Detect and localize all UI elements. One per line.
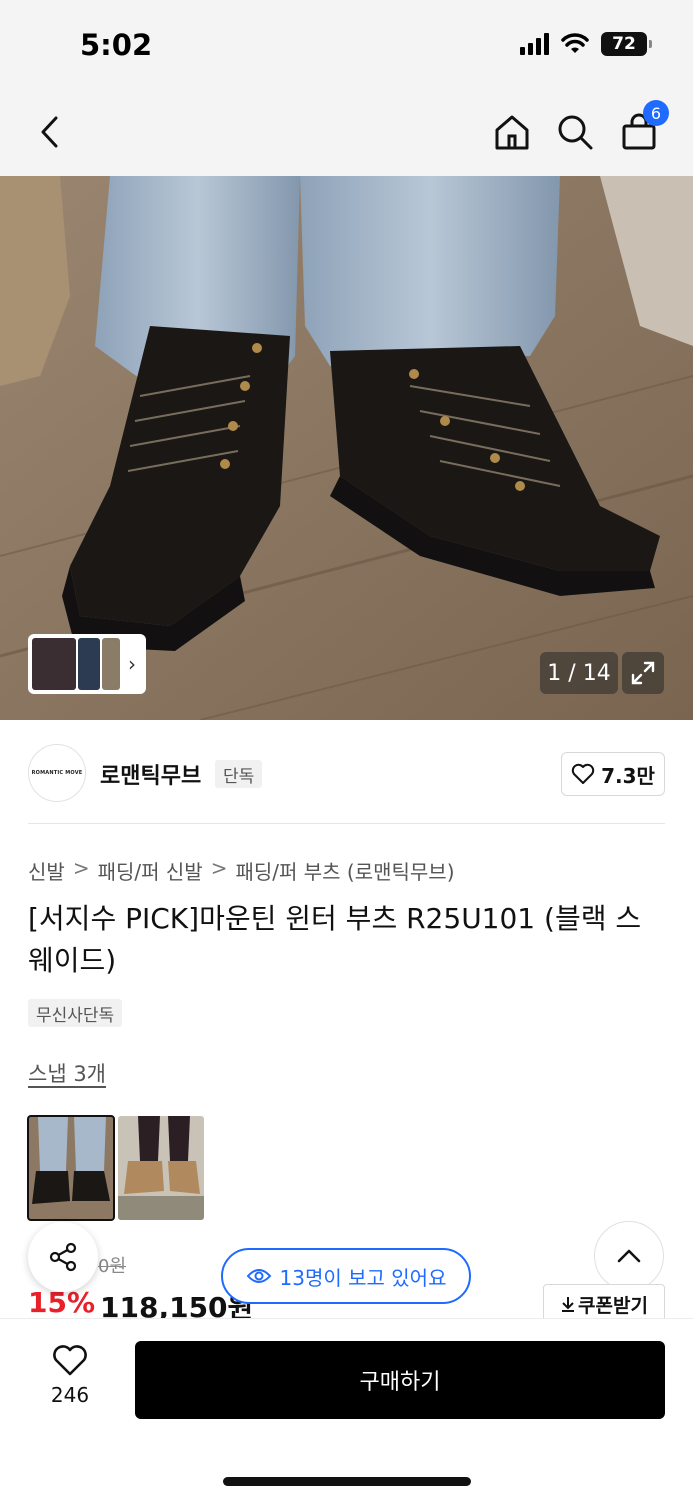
brand-like-button[interactable]: 7.3만 <box>561 752 665 796</box>
gallery-thumbnail-strip[interactable]: › <box>28 634 146 694</box>
scroll-to-top-button[interactable] <box>594 1221 664 1291</box>
chevron-left-icon <box>41 116 58 148</box>
snap-link[interactable]: 스냅 3개 <box>28 1058 106 1088</box>
brand-like-count: 7.3만 <box>601 763 655 788</box>
divider <box>28 823 665 824</box>
breadcrumb: 신발 > 패딩/퍼 신발 > 패딩/퍼 부츠 (로맨틱무브) <box>28 856 455 885</box>
battery-icon: 72 <box>601 32 652 56</box>
gallery-thumbnail[interactable] <box>102 638 120 690</box>
home-button[interactable] <box>488 108 536 156</box>
cart-button[interactable]: 6 <box>615 100 669 156</box>
breadcrumb-item[interactable]: 신발 <box>28 856 65 885</box>
expand-icon <box>631 661 655 685</box>
back-button[interactable] <box>26 108 74 156</box>
gallery-thumbnail[interactable] <box>32 638 76 690</box>
search-button[interactable] <box>551 108 599 156</box>
home-indicator <box>223 1477 471 1486</box>
wifi-icon <box>561 33 589 53</box>
search-icon <box>558 115 593 150</box>
coupon-label: 쿠폰받기 <box>578 1294 648 1317</box>
snap-photo <box>118 1116 204 1220</box>
brand-row: ROMANTIC MOVE 로맨틱무브 단독 7.3만 <box>28 744 665 804</box>
wishlist-button[interactable]: 246 <box>30 1345 110 1425</box>
download-icon <box>562 1297 575 1312</box>
snap-photo <box>28 1116 114 1220</box>
cart-badge: 6 <box>643 100 669 126</box>
snap-thumbnails <box>27 1115 204 1221</box>
status-bar: 5:02 72 <box>0 0 693 90</box>
wishlist-count: 246 <box>50 1383 90 1407</box>
home-icon <box>495 115 529 150</box>
buy-button[interactable]: 구매하기 <box>135 1341 665 1419</box>
share-icon <box>49 1242 77 1272</box>
breadcrumb-item[interactable]: 패딩/퍼 신발 <box>98 856 203 885</box>
viewers-text: 13명이 보고 있어요 <box>279 1265 447 1290</box>
heart-icon <box>571 763 595 784</box>
original-price: 0원 <box>98 1256 127 1277</box>
expand-button[interactable] <box>622 652 664 694</box>
image-counter: 1 / 14 <box>540 652 618 694</box>
snap-thumbnail[interactable] <box>118 1116 204 1220</box>
breadcrumb-separator: > <box>72 856 90 880</box>
bottom-action-bar: 246 구매하기 <box>0 1318 693 1500</box>
brand-logo[interactable]: ROMANTIC MOVE <box>28 744 86 802</box>
chevron-up-icon <box>617 1249 641 1263</box>
status-time: 5:02 <box>80 28 153 62</box>
breadcrumb-item[interactable]: 패딩/퍼 부츠 (로맨틱무브) <box>235 856 454 885</box>
top-nav: 6 <box>0 90 693 176</box>
snap-thumbnail[interactable] <box>27 1115 115 1221</box>
product-image-gallery[interactable]: › 1 / 14 <box>0 176 693 720</box>
chevron-right-icon: › <box>128 652 136 676</box>
viewers-indicator: 13명이 보고 있어요 <box>221 1248 471 1304</box>
status-icons: 72 <box>520 32 652 56</box>
product-title: [서지수 PICK]마운틴 윈터 부츠 R25U101 (블랙 스웨이드) <box>28 902 642 977</box>
exclusive-badge: 단독 <box>215 760 263 788</box>
cellular-signal-icon <box>520 33 549 55</box>
eye-icon <box>246 1269 271 1283</box>
brand-name[interactable]: 로맨틱무브 <box>100 758 201 790</box>
share-button[interactable] <box>28 1222 98 1292</box>
gallery-thumbnail[interactable] <box>78 638 100 690</box>
breadcrumb-separator: > <box>210 856 228 880</box>
musinsa-exclusive-tag: 무신사단독 <box>28 999 123 1027</box>
heart-icon <box>53 1345 87 1376</box>
